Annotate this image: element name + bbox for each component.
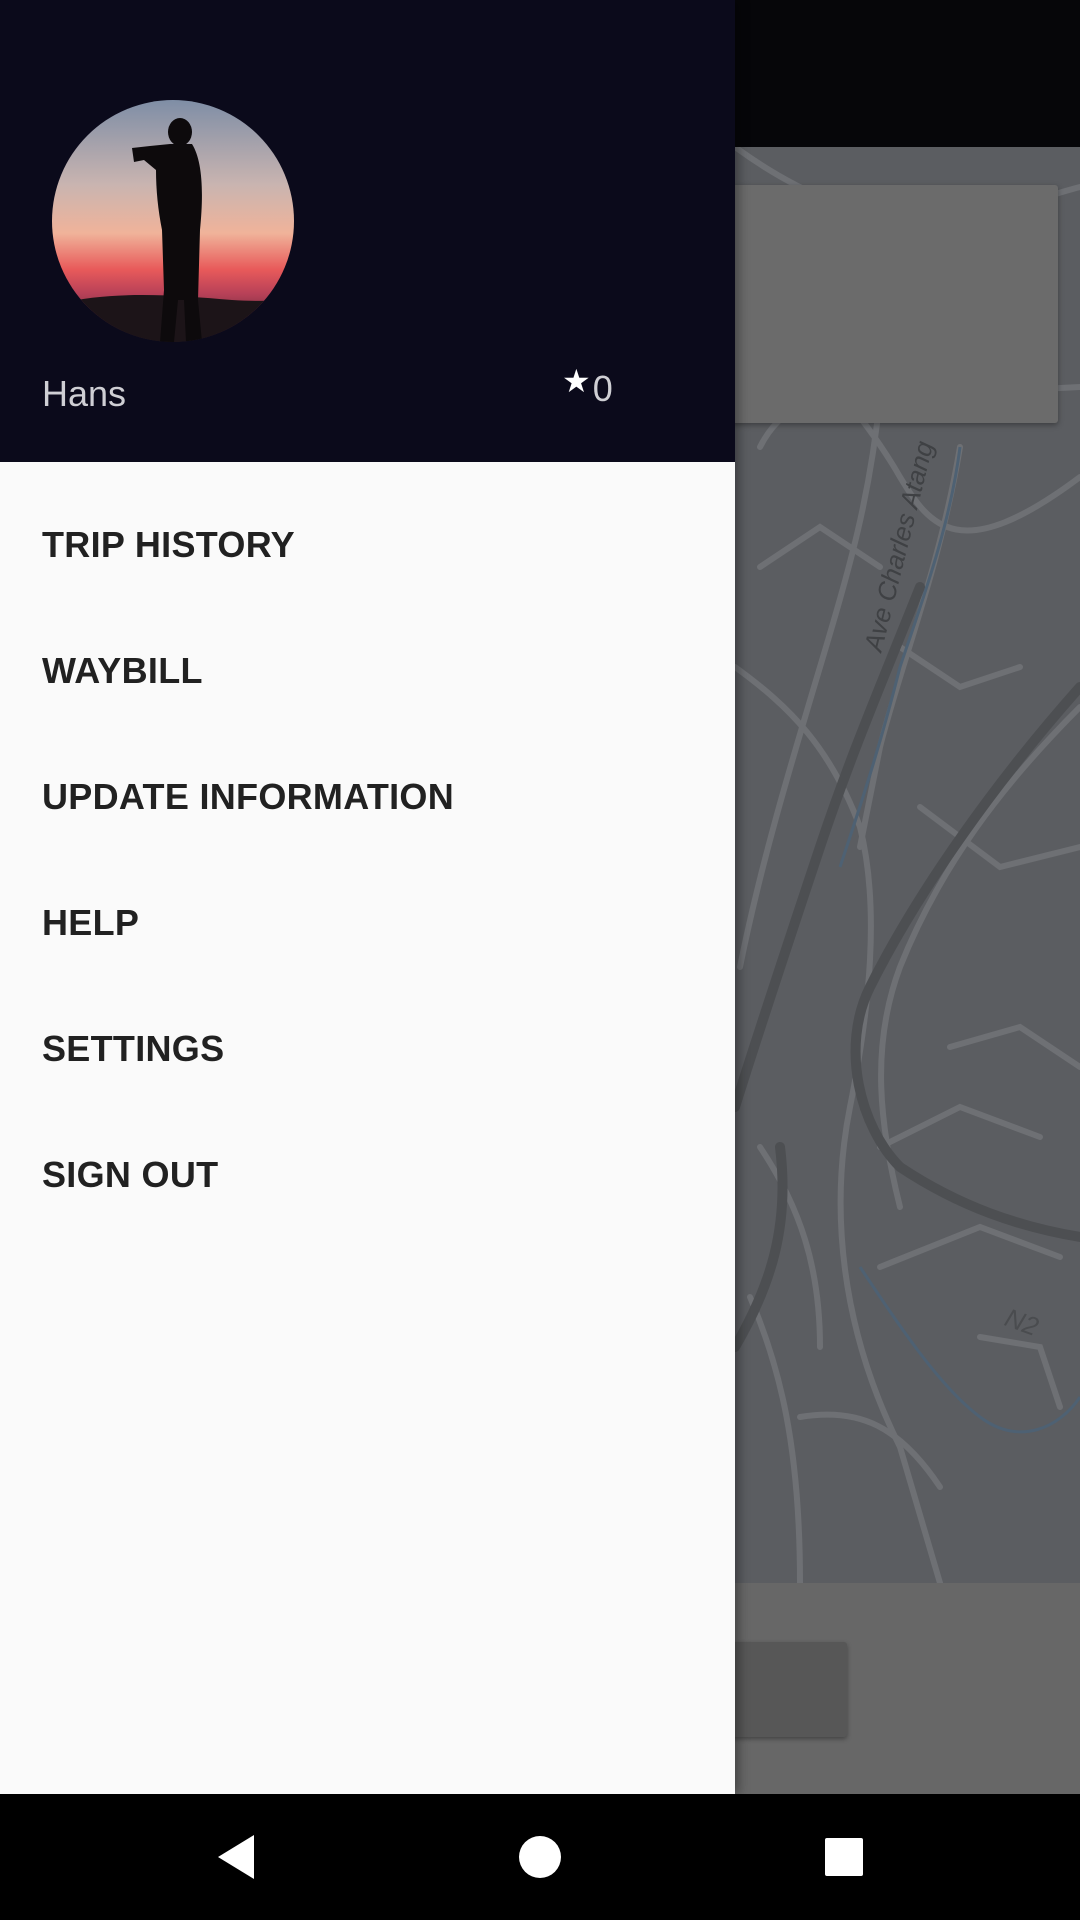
menu-item-update-information[interactable]: UPDATE INFORMATION	[0, 734, 735, 860]
navigation-drawer: Hans ★ 0 TRIP HISTORY WAYBILL UPDATE INF…	[0, 0, 735, 1794]
menu-item-help[interactable]: HELP	[0, 860, 735, 986]
home-button[interactable]	[480, 1794, 600, 1920]
system-navigation-bar	[0, 1794, 1080, 1920]
avatar[interactable]	[52, 100, 294, 342]
menu-item-settings[interactable]: SETTINGS	[0, 986, 735, 1112]
rating-display: ★ 0	[562, 363, 613, 410]
home-circle-icon	[519, 1836, 561, 1878]
drawer-header: Hans ★ 0	[0, 0, 735, 462]
menu-item-sign-out[interactable]: SIGN OUT	[0, 1112, 735, 1238]
star-icon: ★	[562, 363, 591, 399]
recents-square-icon	[825, 1838, 863, 1876]
back-button[interactable]	[176, 1794, 296, 1920]
avatar-image	[52, 100, 294, 342]
menu-item-trip-history[interactable]: TRIP HISTORY	[0, 482, 735, 608]
rating-value: 0	[592, 368, 613, 409]
back-triangle-icon	[218, 1835, 254, 1879]
recents-button[interactable]	[784, 1794, 904, 1920]
user-name: Hans	[42, 373, 127, 414]
menu-item-waybill[interactable]: WAYBILL	[0, 608, 735, 734]
